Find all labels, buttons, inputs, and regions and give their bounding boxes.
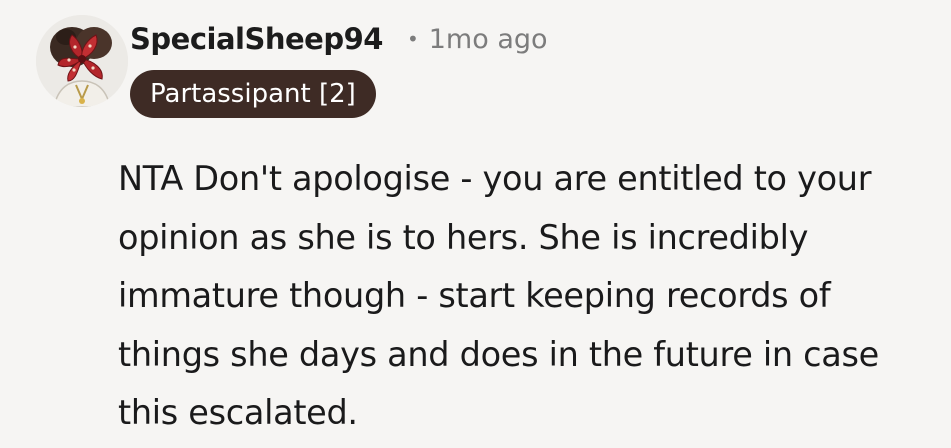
user-avatar[interactable]	[36, 15, 128, 107]
comment: SpecialSheep94 • 1mo ago Partassipant [2…	[0, 0, 951, 448]
comment-body: NTA Don't apologise - you are entitled t…	[118, 159, 879, 432]
comment-header: SpecialSheep94 • 1mo ago	[130, 22, 548, 56]
user-flair-badge: Partassipant [2]	[130, 70, 376, 118]
comment-timestamp[interactable]: 1mo ago	[429, 24, 548, 55]
author-username[interactable]: SpecialSheep94	[130, 22, 383, 56]
demogorgon-avatar-icon	[36, 15, 128, 107]
meta-separator: •	[406, 27, 419, 51]
